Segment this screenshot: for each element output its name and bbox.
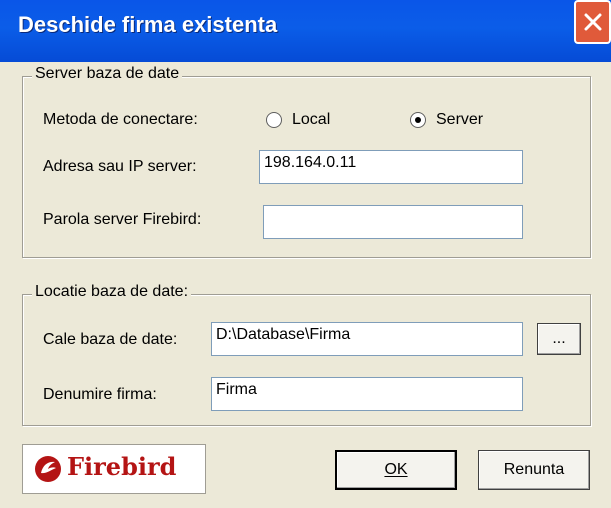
ok-button[interactable]: OK <box>335 450 457 490</box>
window-title: Deschide firma existenta <box>18 12 278 37</box>
title-bar[interactable]: Deschide firma existenta <box>0 0 611 62</box>
server-password-input[interactable] <box>263 205 523 239</box>
dialog-window: Deschide firma existenta Server baza de … <box>0 0 611 508</box>
company-name-input[interactable]: Firma <box>211 377 523 411</box>
close-button[interactable] <box>574 0 611 44</box>
radio-local[interactable] <box>266 112 282 128</box>
radio-local-label[interactable]: Local <box>292 111 330 129</box>
ok-button-label: OK <box>384 461 408 478</box>
radio-selected-dot <box>415 117 421 123</box>
firebird-icon <box>35 456 61 482</box>
server-address-input[interactable]: 198.164.0.11 <box>259 150 523 184</box>
database-path-input[interactable]: D:\Database\Firma <box>211 322 523 356</box>
radio-server-label[interactable]: Server <box>436 111 483 129</box>
radio-server[interactable] <box>410 112 426 128</box>
location-group-title: Locatie baza de date: <box>32 283 192 301</box>
cancel-button[interactable]: Renunta <box>478 450 590 490</box>
browse-button[interactable]: ... <box>537 323 581 355</box>
server-password-label: Parola server Firebird: <box>43 211 202 228</box>
database-path-label: Cale baza de date: <box>43 331 178 348</box>
server-address-label: Adresa sau IP server: <box>43 158 197 175</box>
firebird-logo-text: Firebird <box>67 452 177 481</box>
close-icon <box>584 13 602 31</box>
server-group-title: Server baza de date <box>32 65 183 83</box>
connection-method-label: Metoda de conectare: <box>43 111 198 128</box>
company-name-label: Denumire firma: <box>43 386 157 403</box>
firebird-logo: Firebird <box>22 444 206 494</box>
